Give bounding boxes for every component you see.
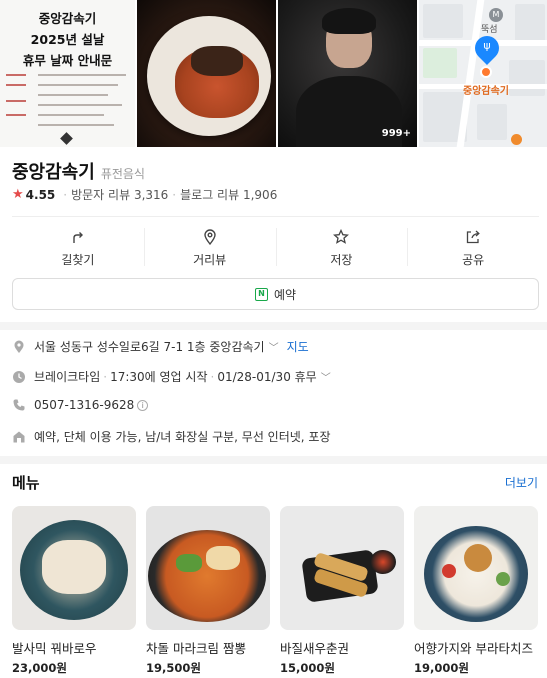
street-view-button[interactable]: 거리뷰: [143, 226, 276, 270]
save-button[interactable]: 저장: [275, 226, 408, 270]
section-divider: [0, 456, 547, 464]
menu-item-image: [414, 506, 538, 630]
street-view-icon: [203, 228, 216, 245]
hours-row: 브레이크타임 · 17:30에 영업 시작 · 01/28-01/30 휴무 ﹀: [12, 368, 331, 385]
photo-map-thumbnail[interactable]: M 뚝섬 ψ 중앙감속기: [419, 0, 547, 147]
hours-detail[interactable]: 17:30에 영업 시작: [110, 368, 207, 385]
notice-body-text: [6, 70, 129, 128]
notice-title-line-2: 2025년 설날: [30, 32, 105, 47]
divider: [12, 216, 539, 217]
photo-dish[interactable]: [137, 0, 276, 147]
notice-title-line-1: 중앙감속기: [38, 11, 97, 26]
photo-more-count: 999+: [381, 128, 411, 139]
section-divider: [0, 322, 547, 330]
save-label: 저장: [330, 252, 353, 267]
place-category: 퓨전음식: [100, 167, 145, 181]
menu-item-name: 어향가지와 부라타치즈: [414, 641, 533, 656]
clock-icon: [13, 370, 25, 383]
menu-item[interactable]: 발사믹 꿔바로우 23,000원: [12, 506, 136, 676]
place-title-row: 중앙감속기 퓨전음식: [12, 158, 145, 184]
menu-list: 발사믹 꿔바로우 23,000원 차돌 마라크림 짬뽕 19,500원 바질새우…: [12, 506, 547, 676]
phone-number[interactable]: 0507-1316-9628: [34, 398, 134, 412]
rating-row: ★ 4.55 · 방문자 리뷰 3,316 · 블로그 리뷰 1,906: [12, 186, 278, 203]
share-label: 공유: [462, 252, 485, 267]
menu-item[interactable]: 바질새우춘권 15,000원: [280, 506, 404, 676]
address-row: 서울 성동구 성수일로6길 7-1 1층 중앙감속기 ﹀ 지도: [12, 338, 309, 355]
menu-item-price: 23,000원: [12, 661, 67, 675]
menu-section-title: 메뉴: [12, 474, 40, 492]
action-bar: 길찾기 거리뷰 저장 공유: [12, 226, 539, 270]
menu-item[interactable]: 어향가지와 부라타치즈 19,000원: [414, 506, 538, 676]
photo-strip: 중앙감속기 2025년 설날 휴무 날짜 안내문 999+ M 뚝섬 ψ 중앙감…: [0, 0, 547, 147]
reserve-label: 예약: [273, 287, 297, 302]
place-name: 중앙감속기: [12, 162, 95, 183]
rating-value: 4.55: [25, 187, 56, 202]
star-outline-icon: [333, 228, 350, 244]
reserve-button[interactable]: N 예약: [12, 278, 539, 310]
directions-icon: [73, 231, 83, 243]
photo-notice[interactable]: 중앙감속기 2025년 설날 휴무 날짜 안내문: [0, 0, 135, 147]
photo-chef[interactable]: 999+: [278, 0, 417, 147]
menu-item-name: 차돌 마라크림 짬뽕: [146, 641, 246, 656]
share-button[interactable]: 공유: [407, 226, 539, 270]
naver-n-icon: N: [254, 287, 268, 301]
blog-reviews-link[interactable]: 블로그 리뷰 1,906: [180, 186, 277, 203]
holiday-text[interactable]: 01/28-01/30 휴무: [217, 368, 316, 385]
phone-row: 0507-1316-9628 i: [12, 398, 149, 412]
directions-label: 길찾기: [61, 252, 95, 267]
menu-item-name: 발사믹 꿔바로우: [12, 641, 97, 656]
chevron-down-icon[interactable]: ﹀: [321, 369, 331, 384]
menu-item-image: [280, 506, 404, 630]
map-place-label: 중앙감속기: [463, 86, 509, 97]
info-icon[interactable]: i: [137, 399, 149, 411]
share-icon: [466, 230, 480, 243]
poi-icon: [511, 134, 522, 145]
menu-item-image: [146, 506, 270, 630]
amenities-text: 예약, 단체 이용 가능, 남/녀 화장실 구분, 무선 인터넷, 포장: [34, 430, 331, 444]
star-filled-icon: ★: [12, 187, 24, 202]
menu-item-price: 15,000원: [280, 661, 335, 675]
menu-item-price: 19,500원: [146, 661, 201, 675]
directions-button[interactable]: 길찾기: [12, 226, 144, 270]
amenities-icon: [13, 431, 25, 442]
phone-icon: [13, 399, 25, 411]
place-marker-icon: [480, 66, 492, 78]
menu-more-link[interactable]: 더보기: [505, 474, 538, 491]
hours-status[interactable]: 브레이크타임: [34, 368, 100, 385]
address-text[interactable]: 서울 성동구 성수일로6길 7-1 1층 중앙감속기: [34, 338, 265, 355]
chevron-down-icon[interactable]: ﹀: [269, 339, 279, 354]
location-pin-icon: [14, 340, 24, 353]
restaurant-icon: ψ: [483, 39, 491, 52]
menu-item-image: [12, 506, 136, 630]
notice-title-line-3: 휴무 날짜 안내문: [22, 53, 113, 68]
subway-station-icon: M: [489, 8, 503, 22]
logo-mark-icon: [60, 132, 73, 145]
menu-item-name: 바질새우춘권: [280, 641, 350, 656]
map-link[interactable]: 지도: [287, 338, 309, 355]
menu-item-price: 19,000원: [414, 661, 469, 675]
menu-item[interactable]: 차돌 마라크림 짬뽕 19,500원: [146, 506, 270, 676]
amenities-row: 예약, 단체 이용 가능, 남/녀 화장실 구분, 무선 인터넷, 포장: [12, 428, 331, 445]
visitor-reviews-link[interactable]: 방문자 리뷰 3,316: [71, 186, 168, 203]
map-station-label: 뚝섬: [481, 25, 498, 35]
street-view-label: 거리뷰: [193, 252, 227, 267]
